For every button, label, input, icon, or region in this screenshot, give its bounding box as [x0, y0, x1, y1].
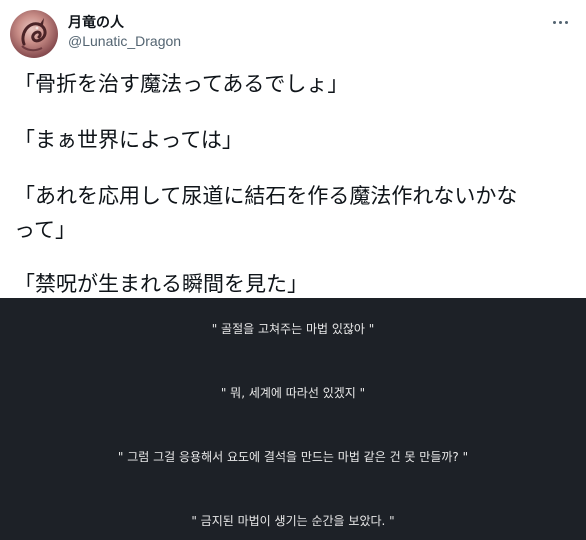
- more-options-icon[interactable]: [548, 14, 572, 30]
- translation-line: " 뭐, 세계에 따라선 있겠지 ": [220, 386, 366, 400]
- translation-panel: " 골절을 고쳐주는 마법 있잖아 " " 뭐, 세계에 따라선 있겠지 " "…: [0, 298, 586, 540]
- tweet-text-line: って」: [14, 218, 76, 242]
- translation-line: " 그럼 그걸 응용해서 요도에 결석을 만드는 마법 같은 건 못 만들까? …: [117, 450, 469, 464]
- tweet-card: 月竜の人 @Lunatic_Dragon 「骨折を治す魔法ってあるでしょ」 「ま…: [0, 0, 586, 300]
- translation-line: " 금지된 마법이 생기는 순간을 보았다. ": [191, 514, 395, 528]
- display-name[interactable]: 月竜の人: [68, 12, 124, 32]
- tweet-text-line: 「あれを応用して尿道に結石を作る魔法作れないかな: [14, 184, 518, 208]
- tweet-text-line: 「まぁ世界によっては」: [14, 128, 243, 152]
- avatar[interactable]: [10, 10, 58, 58]
- user-handle[interactable]: @Lunatic_Dragon: [68, 33, 181, 49]
- tweet-text-line: 「骨折を治す魔法ってあるでしょ」: [14, 72, 349, 96]
- tweet-text-line: 「禁呪が生まれる瞬間を見た」: [14, 272, 308, 296]
- dragon-avatar-icon: [21, 18, 47, 52]
- translation-line: " 골절을 고쳐주는 마법 있잖아 ": [211, 322, 375, 336]
